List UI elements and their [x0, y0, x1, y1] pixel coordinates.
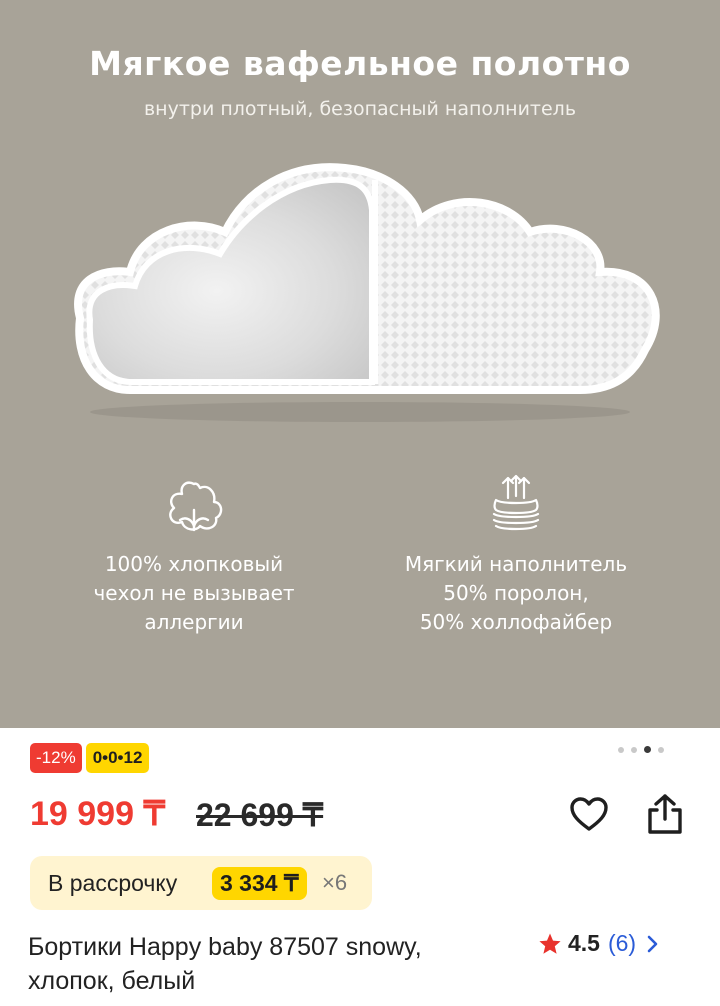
installment-amount: 3 334 ₸ [212, 867, 307, 900]
badges: -12% 0•0•12 [30, 743, 150, 773]
review-count: (6) [607, 930, 637, 956]
carousel-indicator [618, 746, 664, 753]
feature-cotton-line: 100% хлопковый [104, 552, 284, 576]
product-title-line: хлопок, белый [28, 967, 196, 995]
carousel-dot[interactable] [631, 746, 637, 753]
installment-label: В рассрочку [48, 870, 178, 896]
carousel-dot[interactable] [658, 746, 664, 753]
feature-filling-line: Мягкий наполнитель [404, 552, 628, 576]
hero-subtitle: внутри плотный, безопасный наполнитель [143, 98, 577, 120]
feature-cotton-line: чехол не вызывает [93, 581, 295, 605]
carousel-dot-active[interactable] [644, 746, 651, 753]
carousel-dot[interactable] [618, 746, 624, 753]
hero-title: Мягкое вафельное полотно [89, 44, 631, 83]
product-title: Бортики Happy baby 87507 snowy, хлопок, … [28, 930, 528, 998]
installment-plan-badge: 0•0•12 [85, 743, 150, 773]
old-price: 22 699 ₸ [196, 797, 324, 833]
current-price: 19 999 ₸ [30, 795, 166, 833]
feature-filling: Мягкий наполнитель 50% поролон, 50% холл… [366, 470, 666, 637]
feature-filling-line: 50% холлофайбер [419, 610, 613, 634]
share-icon[interactable] [644, 792, 686, 836]
chevron-right-icon [647, 935, 658, 952]
feature-cotton: 100% хлопковый чехол не вызывает аллерги… [44, 470, 344, 637]
installment-button[interactable]: В рассрочку 3 334 ₸ ×6 [30, 856, 372, 910]
product-title-line: Бортики Happy baby 87507 snowy, [28, 933, 422, 961]
star-icon [539, 933, 561, 954]
rating-value: 4.5 [568, 930, 600, 956]
discount-badge: -12% [30, 743, 82, 773]
feature-filling-line: 50% поролон, [443, 581, 589, 605]
product-image[interactable]: Мягкое вафельное полотно внутри плотный,… [0, 0, 720, 728]
installment-multiplier: ×6 [322, 870, 348, 895]
feature-cotton-line: аллергии [144, 610, 244, 634]
cloud-pillow-illustration [74, 163, 660, 422]
cotton-flower-icon [169, 481, 223, 532]
rating-link[interactable]: 4.5 (6) [538, 930, 660, 957]
breathable-layers-icon [492, 474, 540, 531]
heart-icon[interactable] [568, 794, 610, 836]
